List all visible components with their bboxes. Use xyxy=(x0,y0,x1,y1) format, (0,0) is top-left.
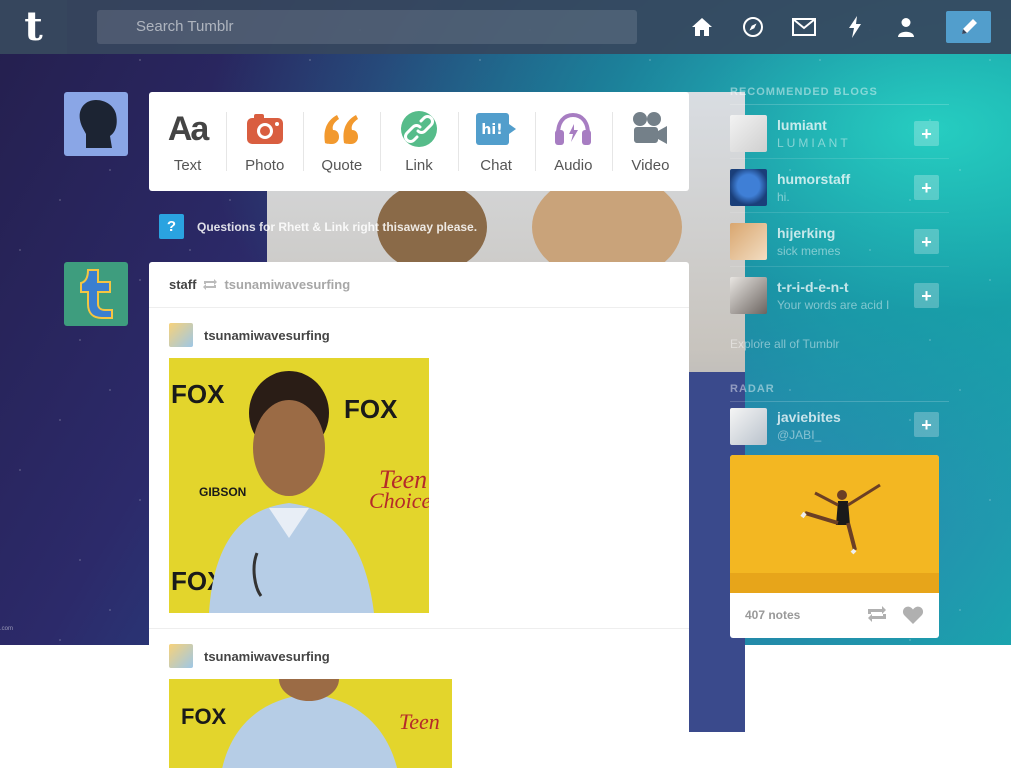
reblog-entry-header: tsunamiwavesurfing xyxy=(169,323,330,347)
post-photo[interactable]: FOX FOX FOX Teen Choice GIBSON xyxy=(169,358,429,613)
explore-link[interactable]: Explore all of Tumblr xyxy=(730,337,949,351)
radar-heading: RADAR xyxy=(730,383,775,395)
reblog-icon[interactable] xyxy=(866,605,888,628)
recommended-blog[interactable]: hijerking sick memes + xyxy=(730,213,949,267)
post-photo[interactable]: FOX Teen xyxy=(169,679,452,768)
blog-subtitle: LUMIANT xyxy=(777,136,851,150)
text-icon: Aa xyxy=(167,109,209,148)
mail-icon[interactable] xyxy=(778,0,829,54)
ask-prompt[interactable]: ? Questions for Rhett & Link right thisa… xyxy=(159,214,477,239)
blog-avatar xyxy=(730,169,767,206)
tumblr-logo[interactable]: t xyxy=(0,0,67,54)
svg-text:GIBSON: GIBSON xyxy=(199,485,246,499)
reblog-entry-author[interactable]: tsunamiwavesurfing xyxy=(204,328,330,343)
blog-avatar xyxy=(730,277,767,314)
recommended-blogs-heading: RECOMMENDED BLOGS xyxy=(730,86,878,98)
logo-glyph: t xyxy=(24,3,43,50)
radar-post-footer: 407 notes xyxy=(730,593,939,638)
chat-icon: hi! xyxy=(475,109,517,149)
follow-button[interactable]: + xyxy=(914,175,939,200)
blog-avatar[interactable] xyxy=(169,644,193,668)
blog-subtitle: sick memes xyxy=(777,244,841,258)
reblog-icon xyxy=(202,278,218,291)
recommended-blog[interactable]: humorstaff hi. + xyxy=(730,159,949,213)
blog-subtitle: @JABI_ xyxy=(777,428,822,442)
blog-avatar[interactable] xyxy=(169,323,193,347)
post-author-link[interactable]: staff xyxy=(169,277,196,292)
post-type-link[interactable]: Link xyxy=(380,92,457,191)
svg-text:hi!: hi! xyxy=(482,122,503,138)
camera-icon xyxy=(246,109,284,149)
post-type-audio[interactable]: Audio xyxy=(534,92,612,191)
blog-subtitle: hi. xyxy=(777,190,790,204)
heart-icon[interactable] xyxy=(902,605,924,630)
notes-count[interactable]: 407 notes xyxy=(745,608,800,622)
right-sidebar: RECOMMENDED BLOGS lumiant LUMIANT + humo… xyxy=(730,86,949,448)
link-icon xyxy=(400,109,438,149)
reblogged-from-link[interactable]: tsunamiwavesurfing xyxy=(224,277,350,292)
blog-subtitle: Your words are acid I xyxy=(777,298,890,312)
blog-avatar xyxy=(730,408,767,445)
blog-name: javiebites xyxy=(777,409,841,425)
radar-blog[interactable]: javiebites @JABI_ + xyxy=(730,402,949,448)
blog-name: lumiant xyxy=(777,117,827,133)
post-type-video[interactable]: Video xyxy=(611,92,689,191)
reblog-entry-header: tsunamiwavesurfing xyxy=(169,644,330,668)
post-divider xyxy=(149,628,689,629)
svg-text:FOX: FOX xyxy=(344,394,398,424)
top-navigation-bar: t Search Tumblr xyxy=(0,0,1011,54)
svg-text:FOX: FOX xyxy=(181,704,227,729)
compass-icon[interactable] xyxy=(727,0,778,54)
blog-avatar xyxy=(730,223,767,260)
post-type-label: Photo xyxy=(245,157,285,174)
post-type-selector: Aa Text Photo Quote Link hi! Chat Audio xyxy=(149,92,689,191)
post-type-label: Link xyxy=(405,157,433,174)
blog-name: humorstaff xyxy=(777,171,851,187)
radar-post-card[interactable]: 407 notes xyxy=(730,455,939,638)
blog-avatar xyxy=(730,115,767,152)
video-camera-icon xyxy=(631,109,669,149)
reblog-entry-author[interactable]: tsunamiwavesurfing xyxy=(204,649,330,664)
quote-icon xyxy=(322,109,362,149)
user-avatar[interactable] xyxy=(64,92,128,156)
background-credit: .com xyxy=(0,626,14,632)
recommended-blog[interactable]: lumiant LUMIANT + xyxy=(730,105,949,159)
post-type-label: Text xyxy=(173,157,202,174)
compose-button[interactable] xyxy=(946,11,991,43)
follow-button[interactable]: + xyxy=(914,283,939,308)
follow-button[interactable]: + xyxy=(914,229,939,254)
post-header: staff tsunamiwavesurfing xyxy=(149,262,689,308)
blog-name: hijerking xyxy=(777,225,836,241)
post-type-label: Video xyxy=(631,157,670,174)
svg-text:Teen: Teen xyxy=(399,709,440,734)
search-placeholder: Search Tumblr xyxy=(136,18,234,35)
post-type-photo[interactable]: Photo xyxy=(226,92,303,191)
staff-avatar[interactable] xyxy=(64,262,128,326)
ask-prompt-text: Questions for Rhett & Link right thisawa… xyxy=(197,219,478,234)
headphones-icon xyxy=(554,109,592,149)
home-icon[interactable] xyxy=(676,0,727,54)
post-type-chat[interactable]: hi! Chat xyxy=(457,92,535,191)
recommended-blog[interactable]: t-r-i-d-e-n-t Your words are acid I + xyxy=(730,267,949,321)
follow-button[interactable]: + xyxy=(914,121,939,146)
lightning-icon[interactable] xyxy=(829,0,880,54)
follow-button[interactable]: + xyxy=(914,412,939,437)
post-type-text[interactable]: Aa Text xyxy=(149,92,226,191)
svg-text:Choice: Choice xyxy=(369,488,429,513)
svg-text:FOX: FOX xyxy=(171,379,225,409)
post-type-quote[interactable]: Quote xyxy=(303,92,380,191)
nav-icon-group xyxy=(676,0,931,54)
search-input[interactable]: Search Tumblr xyxy=(97,10,637,44)
dashboard-post: staff tsunamiwavesurfing tsunamiwavesurf… xyxy=(149,262,689,768)
post-type-label: Quote xyxy=(321,157,363,174)
person-icon[interactable] xyxy=(880,0,931,54)
pencil-icon xyxy=(961,19,977,34)
post-type-label: Chat xyxy=(480,157,512,174)
blog-name: t-r-i-d-e-n-t xyxy=(777,279,849,295)
silhouette-icon xyxy=(79,100,117,148)
tumblr-t-icon xyxy=(80,269,113,319)
radar-post-image[interactable] xyxy=(730,455,939,593)
post-type-label: Audio xyxy=(554,157,593,174)
question-icon: ? xyxy=(159,214,184,239)
